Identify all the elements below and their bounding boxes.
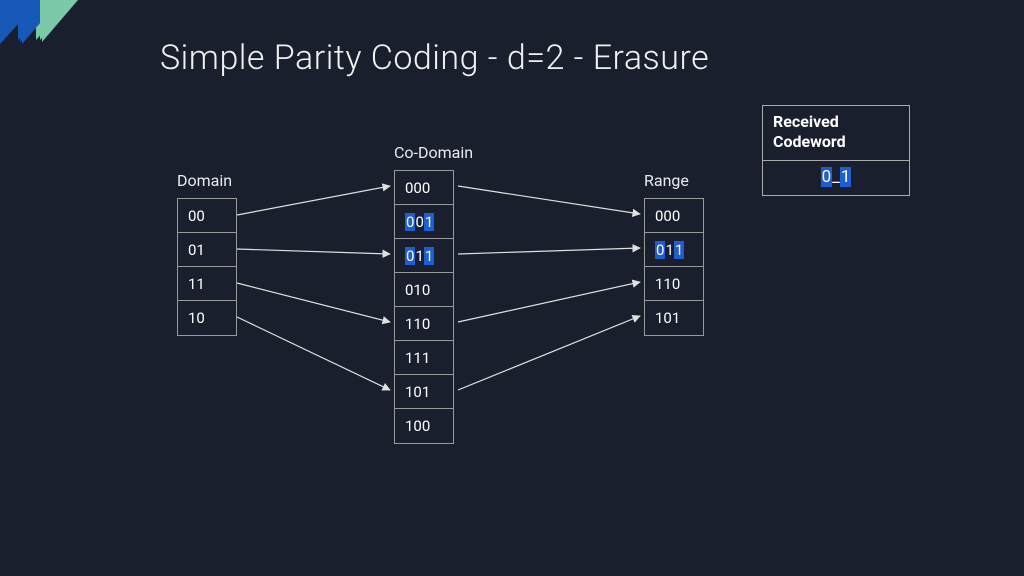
codomain-cell: 111: [395, 341, 453, 375]
codomain-table: 000001011010110111101100: [394, 170, 454, 444]
mapping-arrows: [0, 0, 1024, 576]
domain-cell: 01: [178, 233, 236, 267]
page-title: Simple Parity Coding - d=2 - Erasure: [160, 38, 709, 78]
received-header: Received Codeword: [763, 106, 909, 161]
codomain-cell: 000: [395, 171, 453, 205]
codomain-cell: 100: [395, 409, 453, 443]
codomain-cell: 001: [395, 205, 453, 239]
domain-cell: 10: [178, 301, 236, 335]
domain-cell: 11: [178, 267, 236, 301]
received-value: 0_1: [763, 161, 909, 195]
range-cell: 110: [645, 267, 703, 301]
codomain-cell: 101: [395, 375, 453, 409]
domain-label: Domain: [177, 171, 232, 190]
codomain-cell: 011: [395, 239, 453, 273]
range-cell: 101: [645, 301, 703, 335]
codomain-cell: 010: [395, 273, 453, 307]
domain-table: 00011110: [177, 198, 237, 336]
domain-cell: 00: [178, 199, 236, 233]
corner-stripes-final: [0, 0, 80, 90]
corner-stripes: [0, 0, 80, 90]
range-cell: 000: [645, 199, 703, 233]
received-codeword-box: Received Codeword 0_1: [762, 105, 910, 196]
range-label: Range: [644, 171, 689, 190]
codomain-label: Co-Domain: [394, 143, 473, 162]
range-cell: 011: [645, 233, 703, 267]
corner-decoration: [0, 0, 80, 90]
codomain-cell: 110: [395, 307, 453, 341]
range-table: 000011110101: [644, 198, 704, 336]
